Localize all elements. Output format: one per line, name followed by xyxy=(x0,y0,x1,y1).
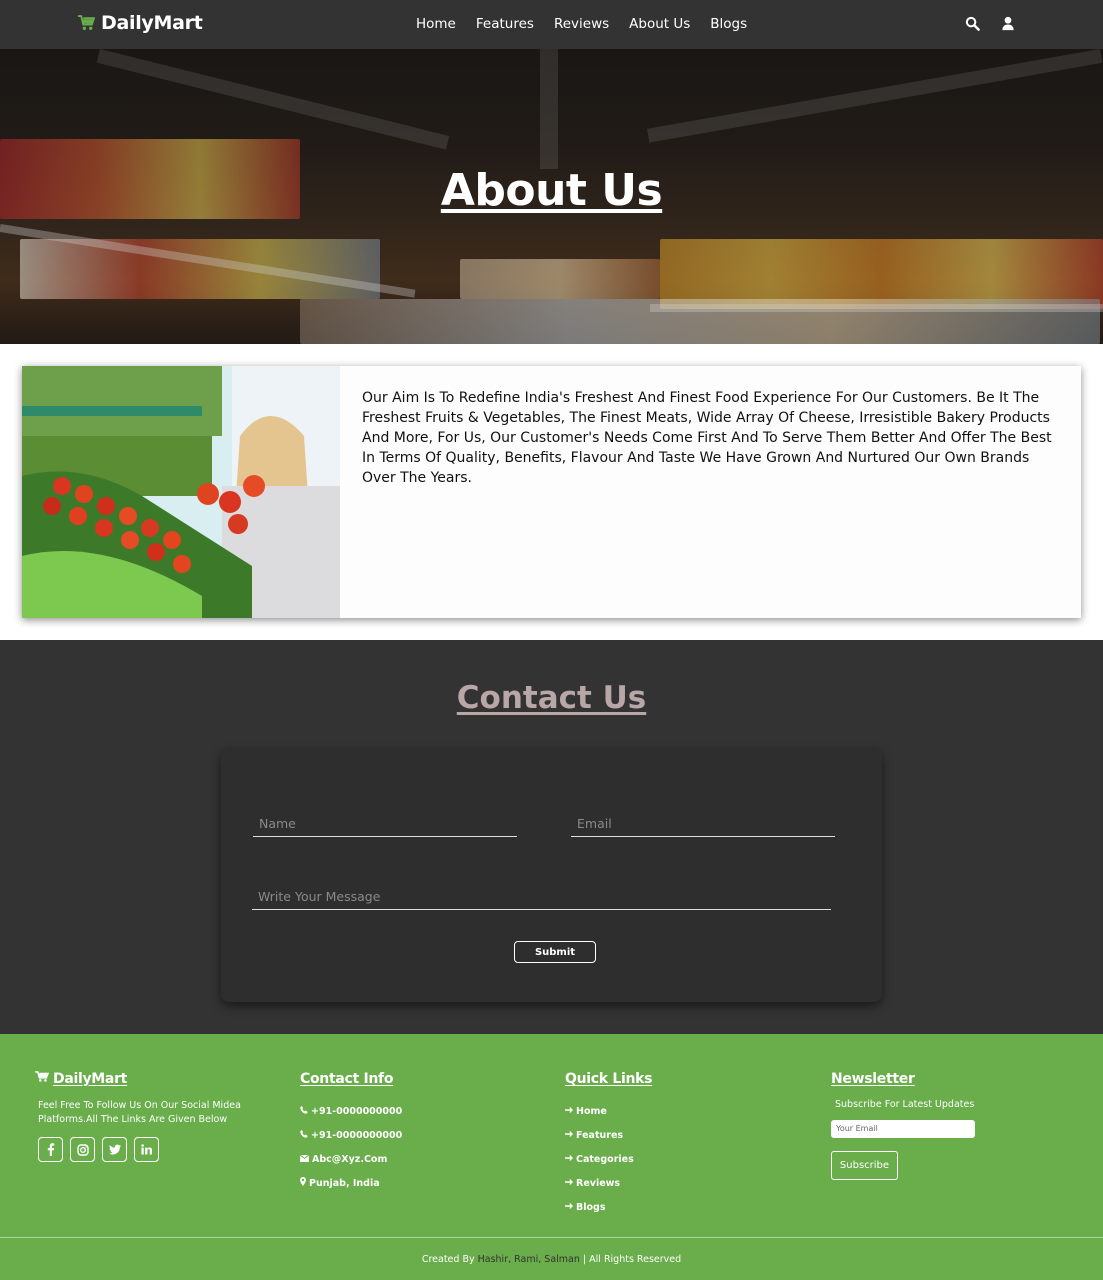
footer-location: Punjab, India xyxy=(300,1171,402,1195)
footer-brand[interactable]: DailyMart xyxy=(35,1071,258,1087)
email-input[interactable] xyxy=(571,814,835,837)
map-marker-icon xyxy=(300,1177,306,1189)
phone-icon xyxy=(300,1129,308,1141)
nav-home[interactable]: Home xyxy=(416,16,456,32)
credit-prefix: Created By xyxy=(421,1253,475,1265)
twitter-icon[interactable] xyxy=(102,1137,127,1162)
footer-link-features[interactable]: Features xyxy=(565,1123,652,1147)
footer-links-title: Quick Links xyxy=(565,1071,653,1087)
instagram-icon[interactable] xyxy=(70,1137,95,1162)
footer-contact-column: Contact Info +91-0000000000 +91-00000000… xyxy=(299,1071,402,1195)
user-icon[interactable] xyxy=(1001,16,1017,32)
footer-credits: Created By Hashir, Rami, Salman | All Ri… xyxy=(0,1237,1103,1280)
footer-link-categories[interactable]: Categories xyxy=(565,1147,652,1171)
footer-email[interactable]: Abc@Xyz.Com xyxy=(299,1147,402,1171)
arrow-right-icon xyxy=(565,1202,573,1213)
footer-link-reviews[interactable]: Reviews xyxy=(565,1171,652,1195)
hero-title: About Us xyxy=(440,165,663,216)
cart-icon xyxy=(78,14,96,32)
footer-newsletter-column: Newsletter Subscribe For Latest Updates … xyxy=(831,1071,975,1180)
nav-reviews[interactable]: Reviews xyxy=(554,16,609,32)
brand-logo[interactable]: DailyMart xyxy=(78,12,203,34)
arrow-right-icon xyxy=(565,1130,573,1141)
nav-about-us[interactable]: About Us xyxy=(629,16,690,32)
footer-link-home[interactable]: Home xyxy=(565,1099,652,1123)
newsletter-label: Subscribe For Latest Updates xyxy=(835,1099,975,1110)
footer-brand-name: DailyMart xyxy=(53,1071,128,1087)
about-hero-banner: About Us xyxy=(0,49,1103,344)
footer-phone-2[interactable]: +91-0000000000 xyxy=(300,1123,402,1147)
subscribe-button[interactable]: Subscribe xyxy=(831,1150,898,1180)
name-input[interactable] xyxy=(253,814,517,837)
envelope-icon xyxy=(299,1154,310,1165)
about-card: Our Aim Is To Redefine India's Freshest … xyxy=(22,366,1081,618)
arrow-right-icon xyxy=(565,1178,573,1189)
nav-features[interactable]: Features xyxy=(476,16,534,32)
header-icons xyxy=(965,16,1017,32)
site-footer: DailyMart Feel Free To Follow Us On Our … xyxy=(0,1034,1103,1280)
message-input[interactable] xyxy=(252,887,831,910)
footer-newsletter-title: Newsletter xyxy=(831,1071,915,1087)
credit-names: Hashir, Rami, Salman xyxy=(477,1253,580,1265)
arrow-right-icon xyxy=(565,1106,573,1117)
credit-suffix: | All Rights Reserved xyxy=(582,1253,682,1265)
submit-button[interactable]: Submit xyxy=(514,941,596,963)
footer-link-blogs[interactable]: Blogs xyxy=(565,1195,652,1219)
footer-phone-1[interactable]: +91-0000000000 xyxy=(300,1099,402,1123)
nav-blogs[interactable]: Blogs xyxy=(710,16,747,32)
contact-section: Contact Us Submit xyxy=(0,640,1103,1034)
social-links xyxy=(38,1137,258,1162)
cart-icon xyxy=(35,1071,50,1087)
contact-form: Submit xyxy=(221,748,882,1002)
footer-links-column: Quick Links Home Features Categories Rev… xyxy=(565,1071,652,1219)
contact-title: Contact Us xyxy=(456,680,647,716)
about-description: Our Aim Is To Redefine India's Freshest … xyxy=(362,390,1052,486)
brand-name: DailyMart xyxy=(101,12,203,34)
phone-icon xyxy=(300,1105,308,1117)
search-icon[interactable] xyxy=(965,16,981,32)
newsletter-email-input[interactable] xyxy=(831,1119,975,1138)
top-navbar: DailyMart Home Features Reviews About Us… xyxy=(0,0,1103,49)
footer-brand-column: DailyMart Feel Free To Follow Us On Our … xyxy=(35,1071,258,1162)
facebook-icon[interactable] xyxy=(38,1137,63,1162)
arrow-right-icon xyxy=(565,1154,573,1165)
footer-description: Feel Free To Follow Us On Our Social Mid… xyxy=(38,1100,241,1125)
girl-with-tomatoes-image xyxy=(22,366,340,618)
linkedin-icon[interactable] xyxy=(134,1137,159,1162)
main-nav: Home Features Reviews About Us Blogs xyxy=(416,16,747,32)
footer-contact-title: Contact Info xyxy=(300,1071,394,1087)
